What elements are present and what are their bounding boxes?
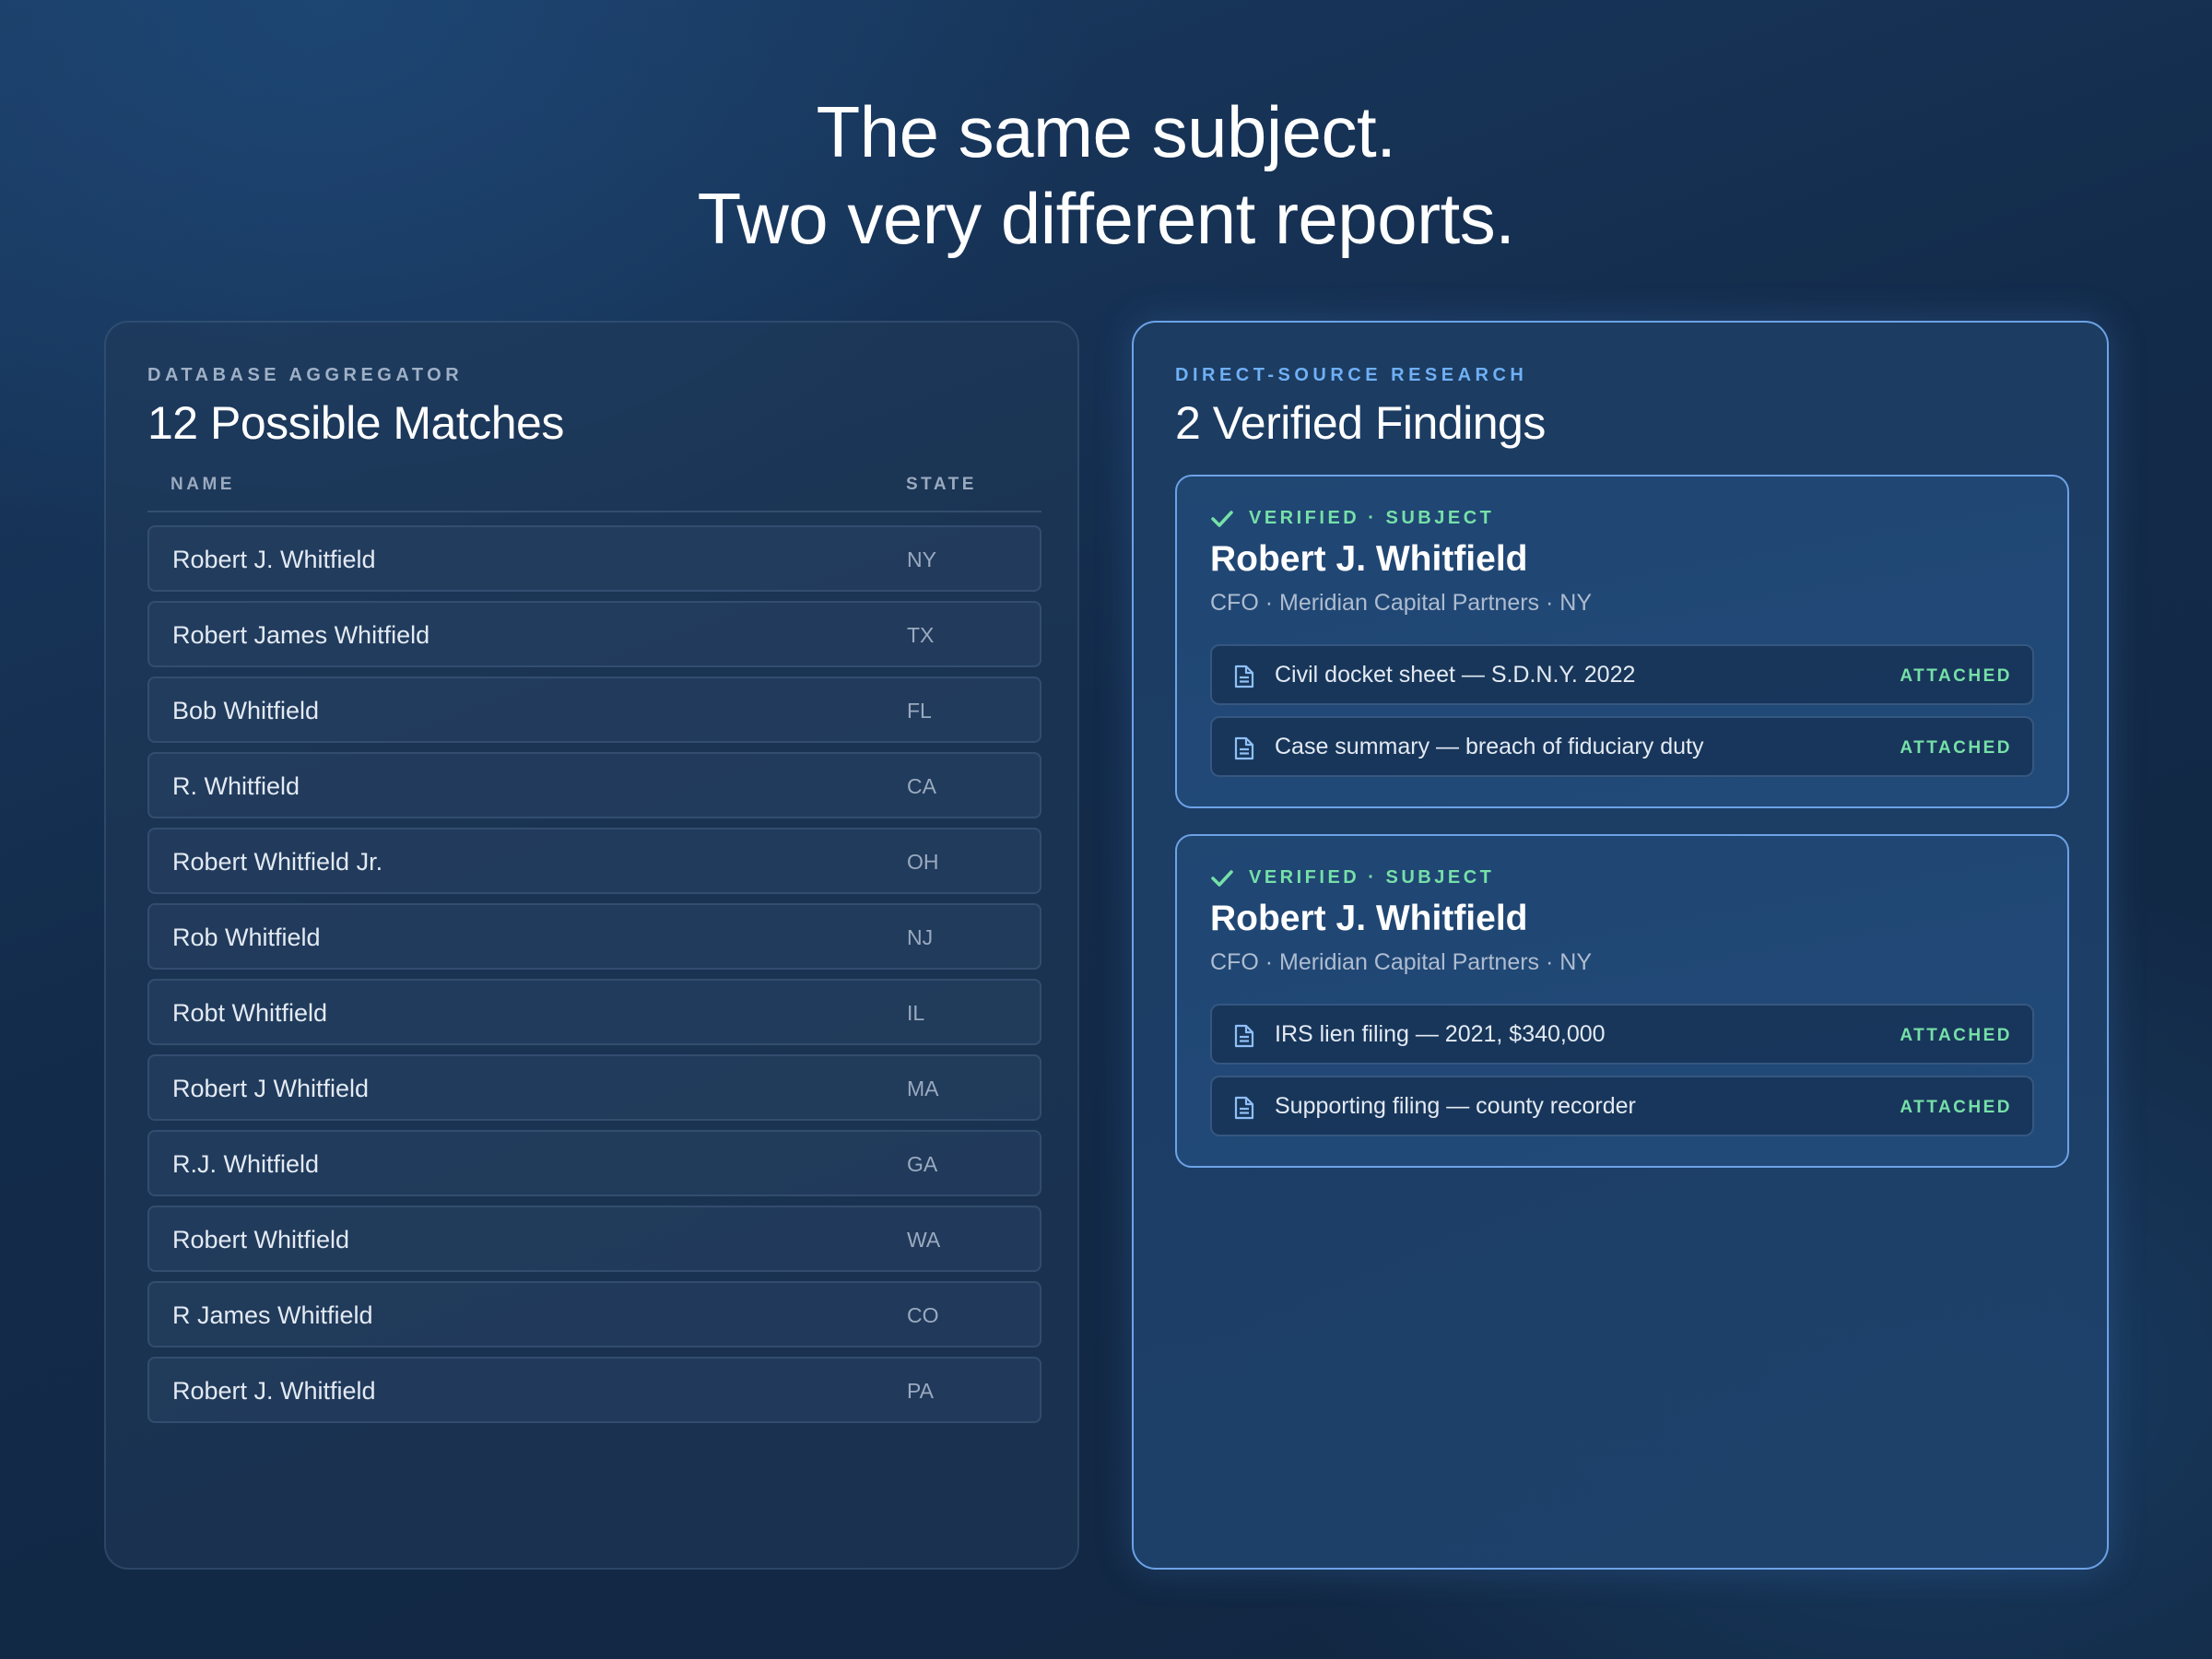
match-name: Robert J. Whitfield xyxy=(172,1377,376,1405)
match-name: R.J. Whitfield xyxy=(172,1150,320,1178)
panel-eyebrow: DATABASE AGGREGATOR xyxy=(147,365,464,385)
panel-eyebrow: DIRECT-SOURCE RESEARCH xyxy=(1175,365,1528,385)
match-row[interactable]: Robert J. Whitfield PA xyxy=(147,1357,1041,1423)
verified-badge-label: VERIFIED · SUBJECT xyxy=(1249,508,1495,528)
subject-meta: CFO · Meridian Capital Partners · NY xyxy=(1210,949,1593,975)
document-label: Supporting filing — county recorder xyxy=(1275,1093,1636,1119)
match-row[interactable]: R James Whitfield CO xyxy=(147,1281,1041,1347)
verified-finding-card[interactable]: VERIFIED · SUBJECT Robert J. Whitfield C… xyxy=(1175,475,2069,808)
match-row[interactable]: Rob Whitfield NJ xyxy=(147,903,1041,970)
match-state: CA xyxy=(907,774,936,798)
document-row[interactable]: IRS lien filing — 2021, $340,000 ATTACHE… xyxy=(1210,1004,2034,1065)
document-row[interactable]: Supporting filing — county recorder ATTA… xyxy=(1210,1076,2034,1136)
attached-status: ATTACHED xyxy=(1900,1098,2012,1117)
check-icon xyxy=(1211,869,1233,887)
match-row[interactable]: Robert James Whitfield TX xyxy=(147,601,1041,667)
match-state: WA xyxy=(907,1228,941,1252)
column-header-name: NAME xyxy=(171,475,235,494)
subject-meta: CFO · Meridian Capital Partners · NY xyxy=(1210,590,1593,616)
panel-title: 12 Possible Matches xyxy=(147,397,564,449)
match-state: FL xyxy=(907,699,932,723)
direct-source-research-panel: DIRECT-SOURCE RESEARCH 2 Verified Findin… xyxy=(1132,321,2109,1570)
subject-name: Robert J. Whitfield xyxy=(1210,899,1528,938)
match-row[interactable]: Robt Whitfield IL xyxy=(147,979,1041,1045)
match-state: NJ xyxy=(907,925,934,949)
match-state: IL xyxy=(907,1001,925,1025)
database-aggregator-panel: DATABASE AGGREGATOR 12 Possible Matches … xyxy=(104,321,1079,1570)
document-icon xyxy=(1234,665,1254,688)
match-name: R. Whitfield xyxy=(172,772,300,800)
match-state: CO xyxy=(907,1303,939,1327)
document-row[interactable]: Case summary — breach of fiduciary duty … xyxy=(1210,716,2034,777)
attached-status: ATTACHED xyxy=(1900,666,2012,686)
match-list: Robert J. Whitfield NY Robert James Whitf… xyxy=(147,525,1041,1432)
match-name: R James Whitfield xyxy=(172,1301,373,1329)
match-row[interactable]: R.J. Whitfield GA xyxy=(147,1130,1041,1196)
verified-badge: VERIFIED · SUBJECT xyxy=(1210,867,1494,888)
document-row[interactable]: Civil docket sheet — S.D.N.Y. 2022 ATTAC… xyxy=(1210,644,2034,705)
match-row[interactable]: Robert Whitfield WA xyxy=(147,1206,1041,1272)
match-name: Robert J Whitfield xyxy=(172,1075,370,1102)
match-row[interactable]: Robert J Whitfield MA xyxy=(147,1054,1041,1121)
attached-status: ATTACHED xyxy=(1900,738,2012,758)
match-name: Robert Whitfield xyxy=(172,1226,350,1253)
document-icon xyxy=(1234,1024,1254,1048)
match-name: Bob Whitfield xyxy=(172,697,320,724)
match-state: NY xyxy=(907,547,936,571)
document-label: Case summary — breach of fiduciary duty xyxy=(1275,734,1704,759)
verified-finding-card[interactable]: VERIFIED · SUBJECT Robert J. Whitfield C… xyxy=(1175,834,2069,1168)
match-name: Robert Whitfield Jr. xyxy=(172,848,383,876)
match-state: OH xyxy=(907,850,939,874)
match-row[interactable]: Robert J. Whitfield NY xyxy=(147,525,1041,592)
document-label: IRS lien filing — 2021, $340,000 xyxy=(1275,1021,1606,1047)
attached-status: ATTACHED xyxy=(1900,1026,2012,1045)
match-state: TX xyxy=(907,623,935,647)
document-icon xyxy=(1234,736,1254,760)
match-state: PA xyxy=(907,1379,934,1403)
match-row[interactable]: Robert Whitfield Jr. OH xyxy=(147,828,1041,894)
panel-title: 2 Verified Findings xyxy=(1175,397,1546,449)
match-name: Robt Whitfield xyxy=(172,999,328,1027)
verified-badge: VERIFIED · SUBJECT xyxy=(1210,508,1494,529)
match-name: Robert J. Whitfield xyxy=(172,546,376,573)
headline: The same subject. Two very different rep… xyxy=(0,88,2212,262)
column-header-state: STATE xyxy=(906,475,977,494)
headline-line-1: The same subject. xyxy=(816,91,1396,172)
match-state: GA xyxy=(907,1152,938,1176)
header-divider xyxy=(147,511,1041,512)
subject-name: Robert J. Whitfield xyxy=(1210,539,1528,579)
document-label: Civil docket sheet — S.D.N.Y. 2022 xyxy=(1275,662,1636,688)
match-name: Robert James Whitfield xyxy=(172,621,430,649)
check-icon xyxy=(1211,510,1233,527)
document-icon xyxy=(1234,1096,1254,1120)
match-row[interactable]: Bob Whitfield FL xyxy=(147,677,1041,743)
match-name: Rob Whitfield xyxy=(172,924,321,951)
match-row[interactable]: R. Whitfield CA xyxy=(147,752,1041,818)
headline-line-2: Two very different reports. xyxy=(697,178,1515,259)
match-state: MA xyxy=(907,1077,939,1100)
verified-badge-label: VERIFIED · SUBJECT xyxy=(1249,867,1495,888)
